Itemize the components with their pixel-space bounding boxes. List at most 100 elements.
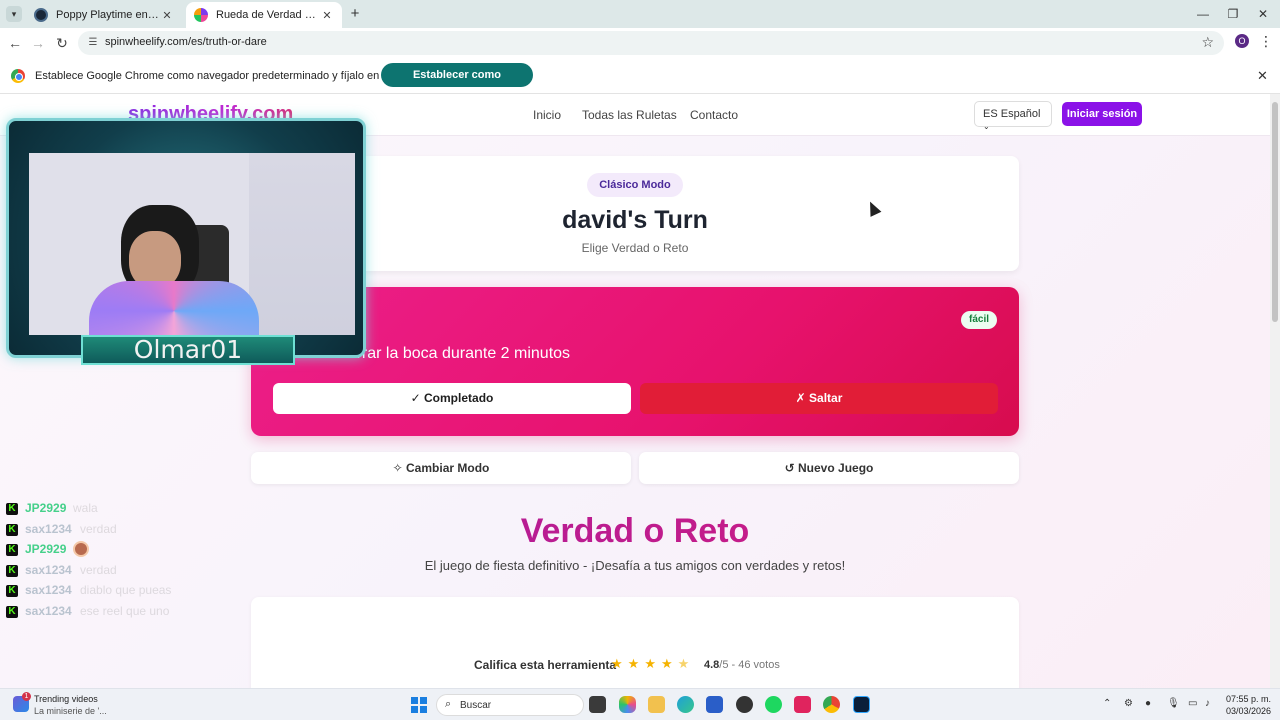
reload-icon[interactable]: ↻ (53, 34, 71, 52)
kick-badge-icon: K (6, 544, 18, 557)
kick-badge-icon: K (6, 503, 18, 515)
nav-todas-las-ruletas[interactable]: Todas las Ruletas (582, 108, 677, 122)
chat-message: Ksax1234 ese reel que uno (6, 603, 206, 624)
set-default-button[interactable]: Establecer como predeterminado (381, 63, 533, 105)
chat-username: JP2929 (25, 542, 67, 557)
minimize-icon[interactable]: — (1188, 4, 1218, 24)
kick-badge-icon: K (6, 605, 18, 618)
nav-contacto[interactable]: Contacto (690, 108, 738, 122)
chat-username: sax1234 (25, 562, 72, 577)
streamer-name: Olmar01 (81, 335, 295, 365)
url-text[interactable]: spinwheelify.com/es/truth-or-dare (105, 36, 267, 48)
copilot-icon[interactable] (619, 696, 636, 713)
search-icon: ⌕ (445, 698, 452, 710)
obs-icon[interactable] (736, 696, 753, 713)
star-icon[interactable]: ★ (611, 656, 628, 671)
task-view-icon[interactable] (589, 696, 606, 713)
file-explorer-icon[interactable] (648, 696, 665, 713)
tab-search-icon[interactable]: ▾ (6, 6, 22, 22)
infobar-close-icon[interactable]: ✕ (1257, 68, 1268, 84)
taskbar-search[interactable]: ⌕ Buscar (436, 694, 584, 716)
chat-text: diablo que pueas (80, 583, 172, 598)
address-bar[interactable]: ☰ spinwheelify.com/es/truth-or-dare ☆ (78, 31, 1224, 55)
star-icon[interactable]: ★ (628, 656, 645, 671)
turn-subtitle: Elige Verdad o Reto (581, 241, 689, 255)
kick-badge-icon: K (6, 523, 18, 536)
restart-icon: ↺ (784, 461, 799, 475)
star-icon[interactable]: ★ (644, 656, 661, 671)
restore-icon[interactable]: ❐ (1218, 4, 1248, 24)
mode-badge: Clásico Modo (587, 173, 683, 197)
dare-card: fácil …bia sin cerrar la boca durante 2 … (251, 287, 1019, 436)
login-button[interactable]: Iniciar sesión (1062, 102, 1142, 126)
default-browser-infobar: Establece Google Chrome como navegador p… (0, 58, 1280, 105)
chat-text: wala (73, 501, 98, 515)
spotify-icon[interactable] (765, 696, 782, 713)
chat-text: verdad (80, 562, 117, 577)
dare-text: …bia sin cerrar la boca durante 2 minuto… (273, 345, 571, 362)
nav-inicio[interactable]: Inicio (533, 108, 561, 122)
tray-record-icon[interactable]: ● (1145, 698, 1151, 709)
change-mode-label: Cambiar Modo (406, 461, 490, 475)
tab-title: Rueda de Verdad o Reto – Juego (216, 9, 320, 21)
volume-icon[interactable]: ♪ (1205, 698, 1210, 709)
rating-score: 4.8 (704, 659, 720, 671)
close-icon[interactable]: ✕ (160, 9, 174, 22)
change-mode-button[interactable]: ✧ Cambiar Modo (251, 452, 631, 484)
browser-toolbar: ← → ↻ ☰ spinwheelify.com/es/truth-or-dar… (0, 28, 1280, 58)
tray-overflow-icon[interactable]: ⌃ (1103, 698, 1111, 709)
page-scrollbar[interactable] (1270, 94, 1280, 688)
back-icon[interactable]: ← (6, 34, 24, 52)
chat-message: K JP2929 wala (6, 500, 206, 521)
profile-avatar[interactable]: O (1235, 34, 1249, 48)
photoshop-icon[interactable] (853, 696, 870, 713)
rating-max: /5 (719, 659, 729, 671)
scrollbar-thumb[interactable] (1272, 102, 1278, 322)
turn-title: david's Turn (562, 206, 708, 234)
chrome-taskbar-icon[interactable] (823, 696, 840, 713)
rating-summary: 4.8/5 - 46 votos (704, 659, 780, 671)
forward-icon[interactable]: → (29, 34, 47, 52)
display-icon[interactable]: ▭ (1188, 698, 1197, 709)
tab-truth-or-dare[interactable]: Rueda de Verdad o Reto – Juego ✕ (186, 2, 342, 28)
tab-steam[interactable]: Poppy Playtime en Steam ✕ (26, 2, 182, 28)
skip-button[interactable]: ✗ Saltar (640, 383, 998, 414)
close-icon[interactable]: ✕ (320, 9, 334, 22)
chat-message: Ksax1234 verdad (6, 521, 206, 542)
store-icon[interactable] (706, 696, 723, 713)
tiktok-icon[interactable] (794, 696, 811, 713)
star-rating[interactable]: ★★★★★ (611, 656, 694, 672)
chat-username: sax1234 (25, 603, 72, 618)
bookmark-star-icon[interactable]: ☆ (1201, 34, 1214, 51)
window-close-icon[interactable]: ✕ (1248, 4, 1278, 24)
webcam-video (29, 153, 355, 335)
rating-votes: - 46 votos (731, 659, 780, 671)
language-select[interactable]: ES Español ⌄ (974, 101, 1052, 131)
steam-icon (34, 8, 48, 22)
start-button-icon[interactable] (411, 697, 427, 713)
stream-chat: K JP2929 wala Ksax1234 verdad K JP2929 Ksax1234… (6, 500, 206, 624)
kick-badge-icon: K (6, 564, 18, 577)
widget-subtitle[interactable]: La miniserie de '... (34, 706, 107, 716)
chat-username: sax1234 (25, 583, 72, 598)
site-info-icon[interactable]: ☰ (86, 36, 100, 50)
new-tab-icon[interactable]: + (346, 5, 364, 23)
widget-title[interactable]: Trending videos (34, 694, 98, 704)
clock-date[interactable]: 03/03/2026 (1226, 706, 1271, 716)
star-half-icon[interactable]: ★ (678, 656, 695, 671)
completed-button[interactable]: ✓ Completado (273, 383, 631, 414)
widget-badge: 1 (22, 692, 31, 701)
new-game-button[interactable]: ↺ Nuevo Juego (639, 452, 1019, 484)
tab-strip: ▾ Poppy Playtime en Steam ✕ Rueda de Ver… (0, 0, 1280, 28)
clock-time[interactable]: 07:55 p. m. (1226, 694, 1271, 704)
difficulty-badge: fácil (961, 311, 997, 329)
microphone-icon[interactable]: 🎙 (1167, 698, 1180, 709)
star-icon[interactable]: ★ (661, 656, 678, 671)
taskbar-search-placeholder: Buscar (460, 700, 492, 711)
kick-badge-icon: K (6, 585, 18, 598)
chat-message: Ksax1234 diablo que pueas (6, 582, 206, 603)
chat-username: JP2929 (25, 501, 67, 515)
more-menu-icon[interactable]: ⋮ (1259, 33, 1273, 50)
edge-icon[interactable] (677, 696, 694, 713)
tray-app-icon[interactable]: ⚙ (1124, 698, 1133, 709)
